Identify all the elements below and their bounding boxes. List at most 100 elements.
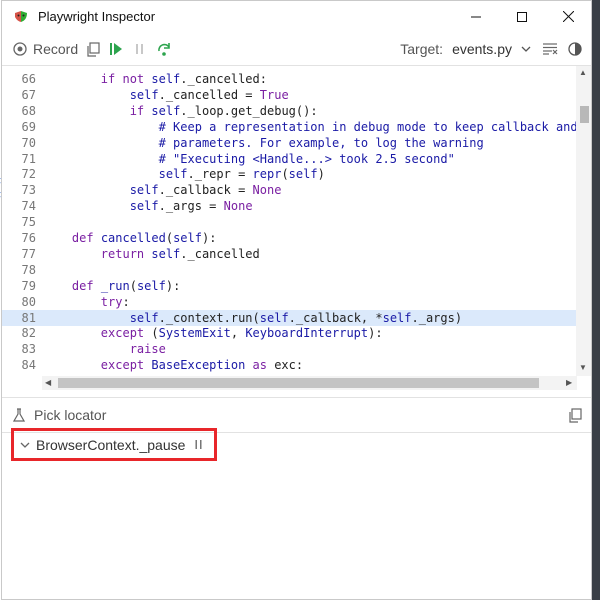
inspector-window: Playwright Inspector Record Target: even… [1,0,592,600]
call-log-entry[interactable]: BrowserContext._pause II [11,428,217,461]
minimize-button[interactable] [453,1,499,32]
code-text: self._repr = repr(self) [43,166,325,182]
step-over-icon [158,42,170,56]
code-token: KeyboardInterrupt [245,326,369,341]
code-token: def [71,231,101,245]
line-number: 77 [21,246,36,261]
code-token: # Keep a representation in debug mode to… [158,119,578,134]
code-token: self [382,310,412,325]
code-line[interactable]: 73 self._callback = None [2,182,576,198]
code-token: ._cancelled = [158,87,260,102]
line-number: 69 [21,119,36,134]
paused-status-icon: II [194,437,204,452]
code-line[interactable]: 84 except BaseException as exc: [2,357,576,373]
code-line[interactable]: 66 if not self._cancelled: [2,71,576,87]
code-token: self [288,167,318,182]
code-line[interactable]: 82 except (SystemExit, KeyboardInterrupt… [2,325,576,341]
minimize-icon [471,16,481,17]
chevron-down-icon[interactable] [20,441,30,449]
code-token: SystemExit [158,326,231,341]
code-token: ._context.run( [158,310,260,325]
code-line[interactable]: 78 [2,262,576,278]
copy-locator-button[interactable] [568,407,582,423]
window-title: Playwright Inspector [38,9,156,24]
line-number: 85 [2,373,36,376]
target-label: Target: [400,41,444,57]
line-number: 67 [21,87,36,102]
code-token: None [252,183,282,198]
wrap-lines-button[interactable] [543,43,558,55]
line-number: 84 [21,358,36,373]
code-token: None [223,199,253,214]
code-line[interactable]: 69 # Keep a representation in debug mode… [2,119,578,135]
code-token: BaseException [151,358,246,373]
code-text: if not self._cancelled: [43,71,267,87]
line-number: 79 [21,278,36,293]
theme-toggle-button[interactable] [568,42,582,56]
theme-toggle-icon [568,42,582,56]
code-text: except (SystemExit, KeyboardInterrupt): [43,325,383,341]
scroll-down-arrow-icon[interactable]: ▼ [579,363,587,372]
code-token: ): [165,278,181,293]
code-token: ._cancelled: [180,72,267,86]
code-line[interactable]: 74 self._args = None [2,198,576,214]
code-text: except BaseException as exc: [43,357,303,373]
pick-locator-button[interactable]: Pick locator [13,407,106,423]
flask-icon [13,407,25,422]
code-token: self [173,231,202,245]
line-number: 71 [21,151,36,166]
code-line[interactable]: 77 return self._cancelled [2,246,576,262]
code-token: repr [252,167,282,182]
scroll-right-arrow-icon[interactable]: ▶ [566,378,572,387]
source-code-viewer[interactable]: 66 if not self._cancelled: 67 self._cance… [2,66,591,376]
code-line-active[interactable]: 81 self._context.run(self._callback, *se… [2,309,576,326]
code-token: # "Executing <Handle...> took 2.5 second… [158,151,455,166]
code-line[interactable]: 80 try: [2,294,576,310]
line-number: 76 [21,231,36,245]
code-token: ( [281,167,289,182]
code-line[interactable]: 75 [2,214,576,230]
code-token: self [151,72,181,86]
code-token: except [100,326,152,341]
code-text: def _run(self): [43,278,180,294]
chevron-down-icon [521,46,531,52]
resume-button[interactable] [110,42,123,56]
close-button[interactable] [545,1,591,32]
code-line[interactable]: 68 if self._loop.get_debug(): [2,103,576,119]
pause-button[interactable] [135,43,145,55]
code-line[interactable]: 79 def _run(self): [2,278,576,294]
record-button[interactable]: Record [13,41,78,57]
horizontal-scroll-thumb[interactable] [58,378,539,388]
close-icon [562,11,574,22]
vertical-scroll-thumb[interactable] [580,106,589,123]
code-token: self [136,278,166,293]
scroll-left-arrow-icon[interactable]: ◀ [45,378,51,387]
code-token: ._repr = [187,167,253,182]
vertical-scrollbar[interactable]: ▲ ▼ [576,66,591,376]
step-over-button[interactable] [157,42,172,57]
copy-button[interactable] [86,41,100,57]
maximize-button[interactable] [499,1,545,32]
horizontal-scrollbar[interactable]: ◀ ▶ [42,376,577,390]
title-bar[interactable]: Playwright Inspector [2,1,591,32]
code-text: # "Executing <Handle...> took 2.5 second… [43,151,455,167]
code-line[interactable]: 71 # "Executing <Handle...> took 2.5 sec… [2,151,576,167]
copy-icon [87,41,100,57]
code-line[interactable]: 76 def cancelled(self): [2,230,576,246]
scroll-up-arrow-icon[interactable]: ▲ [579,68,587,77]
pick-locator-label: Pick locator [34,407,107,423]
code-line[interactable]: 67 self._cancelled = True [2,87,576,103]
toolbar: Record Target: events.py [2,33,591,66]
maximize-icon [517,11,527,22]
code-line[interactable]: 72 self._repr = repr(self) [2,166,576,182]
line-number: 66 [21,72,36,86]
line-number: 81 [21,310,36,325]
target-select[interactable]: events.py [443,41,531,57]
code-line[interactable]: 70 # parameters. For example, to log the… [2,135,576,151]
code-line[interactable]: 83 raise [2,341,576,357]
